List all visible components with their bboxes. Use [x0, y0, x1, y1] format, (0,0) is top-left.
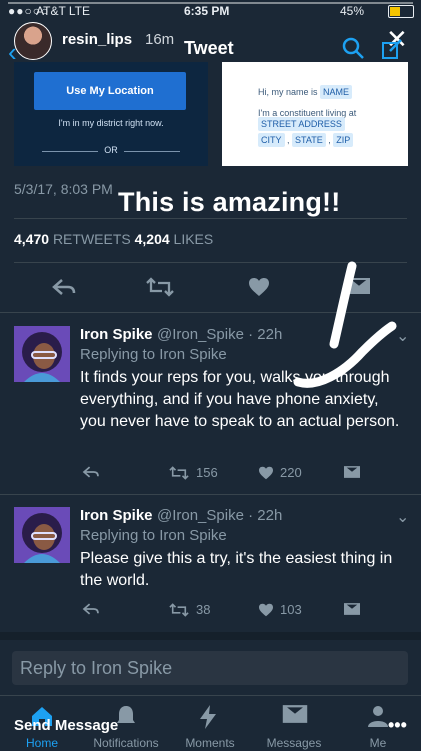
reply-author-handle: @Iron_Spike · 22h	[156, 326, 283, 343]
heart-icon[interactable]	[248, 277, 270, 302]
section-separator	[0, 632, 421, 640]
battery-percent: 45%	[340, 4, 365, 18]
reply-icon[interactable]	[82, 465, 100, 479]
story-avatar[interactable]	[14, 22, 52, 60]
reply-input[interactable]: Reply to Iron Spike	[12, 651, 408, 685]
replying-to[interactable]: Replying to Iron Spike	[80, 346, 227, 363]
embedded-image-location[interactable]: Use My Location I'm in my district right…	[14, 62, 208, 166]
reply-text: Please give this a try, it's the easiest…	[80, 550, 393, 589]
story-username[interactable]: resin_lips	[62, 31, 132, 48]
city-chip: CITY	[258, 133, 285, 147]
divider	[0, 312, 421, 313]
district-text: I'm in my district right now.	[58, 118, 164, 128]
tab-notifications[interactable]: Notifications	[86, 736, 166, 750]
tab-messages[interactable]: Messages	[254, 736, 334, 750]
reply-author-handle: @Iron_Spike · 22h	[156, 507, 283, 524]
tab-me[interactable]: Me	[338, 736, 418, 750]
engagement-counts: 4,470 RETWEETS 4,204 LIKES	[14, 231, 213, 247]
retweet-icon	[169, 602, 189, 617]
status-bar: ●●○○○ AT&T LTE 6:35 PM 45%	[0, 0, 421, 22]
send-message-button[interactable]: Send Message	[14, 717, 118, 734]
lightning-icon[interactable]	[198, 704, 218, 735]
divider	[0, 494, 421, 495]
avatar[interactable]	[14, 507, 70, 563]
city-line: CITY , STATE , ZIP	[258, 133, 354, 147]
story-caption: This is amazing!!	[118, 187, 341, 217]
reply-header: Iron Spike @Iron_Spike · 22h	[80, 326, 282, 344]
heart-icon	[259, 466, 273, 479]
reply-text: It finds your reps for you, walks you th…	[80, 369, 400, 430]
tab-moments[interactable]: Moments	[170, 736, 250, 750]
reply-icon[interactable]	[82, 602, 100, 616]
like-label[interactable]: LIKES	[174, 231, 214, 247]
retweet-label[interactable]: RETWEETS	[53, 231, 131, 247]
use-location-button: Use My Location	[34, 72, 186, 110]
retweet-count: 156	[196, 465, 218, 480]
retweet-icon[interactable]	[146, 277, 174, 302]
zip-chip: ZIP	[333, 133, 354, 147]
street-line: STREET ADDRESS	[258, 117, 345, 131]
or-text: OR	[104, 145, 118, 155]
envelope-icon[interactable]	[344, 465, 360, 479]
nav-title: Tweet	[184, 38, 234, 58]
replying-to[interactable]: Replying to Iron Spike	[80, 527, 227, 544]
search-icon[interactable]	[341, 36, 365, 65]
envelope-icon[interactable]	[344, 602, 360, 616]
retweet-icon	[169, 465, 189, 480]
reply-author-name[interactable]: Iron Spike	[80, 507, 153, 524]
divider	[14, 218, 407, 219]
like-count: 4,204	[134, 231, 170, 247]
reply-header: Iron Spike @Iron_Spike · 22h	[80, 507, 282, 525]
state-chip: STATE	[292, 133, 326, 147]
script-name-line: Hi, my name is NAME	[258, 85, 353, 99]
person-icon[interactable]	[366, 704, 390, 733]
street-chip: STREET ADDRESS	[258, 117, 345, 131]
or-divider-right	[124, 151, 180, 152]
like-button[interactable]: 103	[258, 602, 302, 617]
retweet-button[interactable]: 38	[168, 602, 210, 617]
story-time: 16m	[145, 31, 175, 48]
embedded-image-script[interactable]: Hi, my name is NAME I'm a constituent li…	[222, 62, 408, 166]
tab-home[interactable]: Home	[2, 736, 82, 750]
battery-icon	[388, 5, 414, 18]
more-options-icon[interactable]: •••	[388, 715, 407, 736]
like-count: 220	[280, 465, 302, 480]
chevron-down-icon[interactable]: ⌄	[396, 507, 409, 527]
like-button[interactable]: 220	[258, 465, 302, 480]
like-count: 103	[280, 602, 302, 617]
reply-author-name[interactable]: Iron Spike	[80, 326, 153, 343]
chevron-down-icon[interactable]: ⌄	[396, 326, 409, 346]
compose-icon[interactable]	[381, 38, 403, 65]
tweet-date: 5/3/17, 8:03 PM	[14, 181, 113, 197]
heart-icon	[259, 603, 273, 616]
retweet-count: 38	[196, 602, 211, 617]
envelope-icon[interactable]	[282, 704, 308, 729]
script-greeting: Hi, my name is	[258, 87, 318, 97]
envelope-icon[interactable]	[348, 277, 370, 300]
divider	[14, 262, 407, 263]
name-chip: NAME	[320, 85, 353, 99]
status-time: 6:35 PM	[184, 4, 230, 18]
retweet-button[interactable]: 156	[168, 465, 218, 480]
carrier-label: AT&T LTE	[36, 4, 91, 18]
avatar[interactable]	[14, 326, 70, 382]
reply-icon[interactable]	[52, 277, 76, 302]
retweet-count: 4,470	[14, 231, 50, 247]
reply-placeholder: Reply to Iron Spike	[20, 658, 173, 678]
